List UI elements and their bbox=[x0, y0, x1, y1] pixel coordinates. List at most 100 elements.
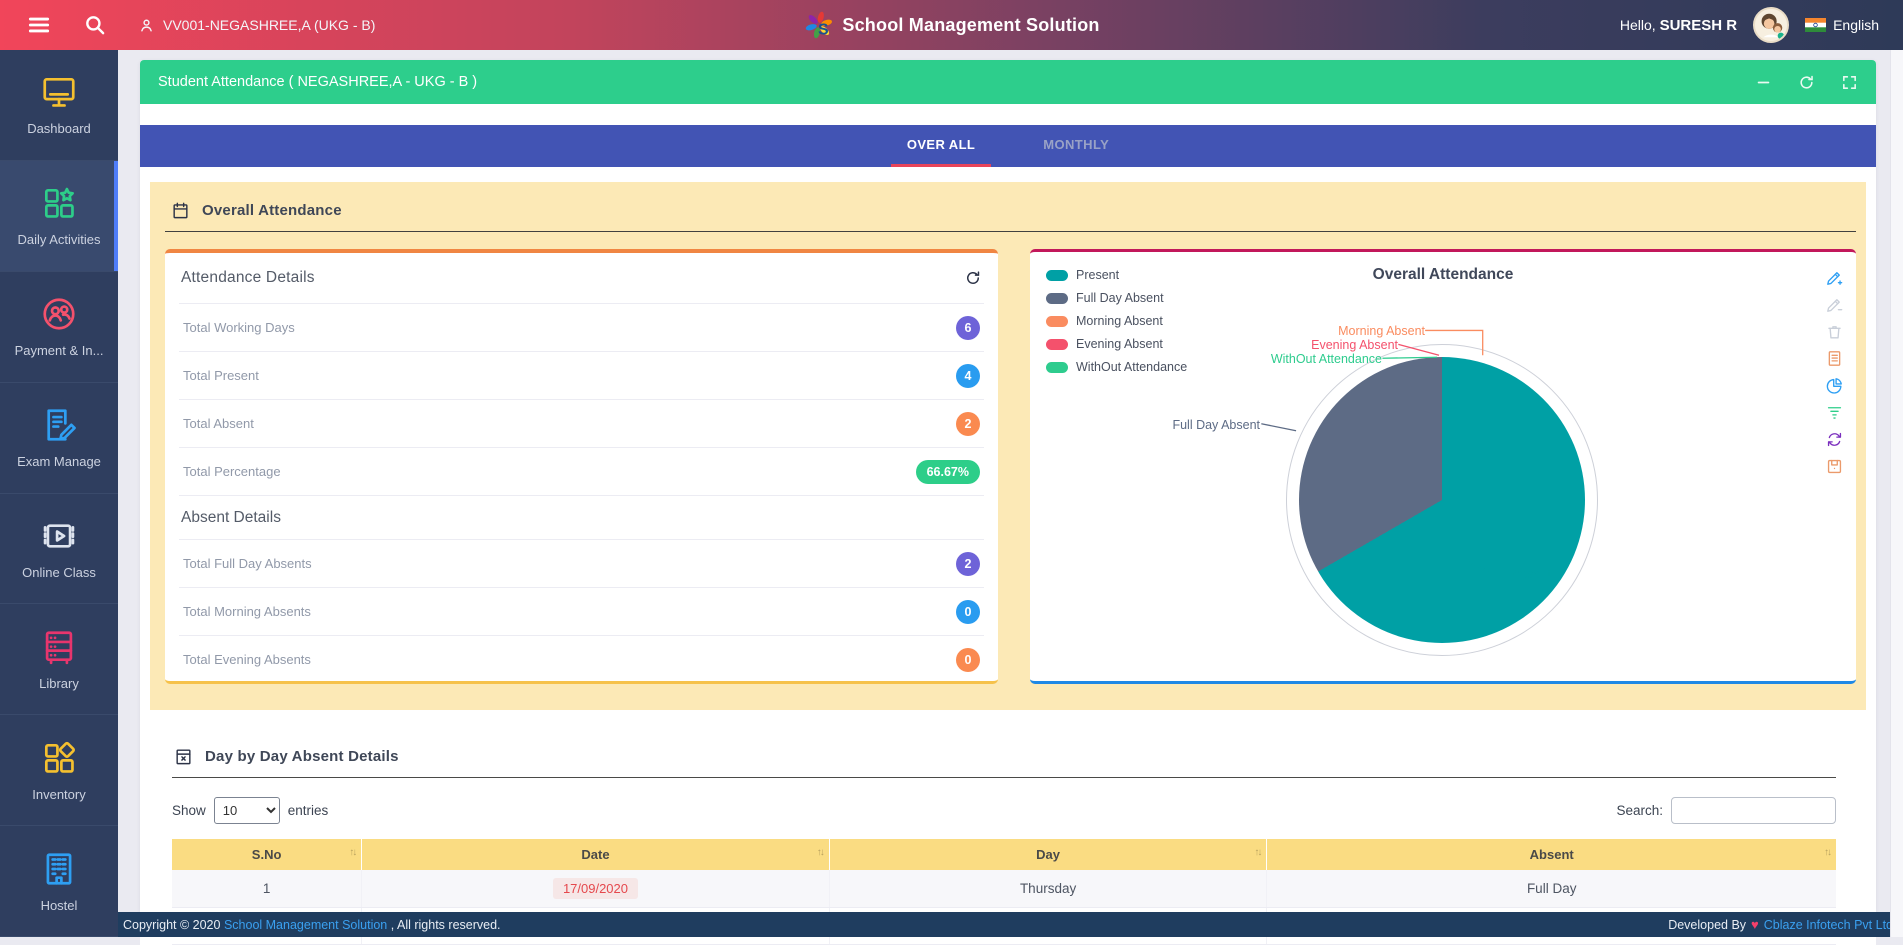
edit-note-icon[interactable] bbox=[1825, 295, 1844, 314]
callout-morning-absent: Morning Absent bbox=[1338, 324, 1425, 338]
section-title-overall-attendance: Overall Attendance bbox=[202, 202, 342, 219]
show-label: Show bbox=[172, 803, 206, 818]
sidebar-item-label: Online Class bbox=[22, 565, 96, 580]
filter-icon[interactable] bbox=[1825, 403, 1844, 422]
sidebar-item-label: Hostel bbox=[41, 898, 78, 913]
attendance-row-label: Total Percentage bbox=[183, 464, 281, 479]
card-refresh-icon[interactable] bbox=[964, 269, 982, 287]
delete-note-icon[interactable] bbox=[1825, 322, 1844, 341]
legend-label: Evening Absent bbox=[1076, 337, 1163, 351]
sidebar-item-exam-manage[interactable]: Exam Manage bbox=[0, 383, 118, 494]
tab-monthly[interactable]: MONTHLY bbox=[1027, 125, 1125, 167]
attendance-row-label: Total Absent bbox=[183, 416, 254, 431]
add-note-icon[interactable] bbox=[1825, 268, 1844, 287]
legend-item-full-day-absent[interactable]: Full Day Absent bbox=[1046, 291, 1187, 305]
tab-over-all[interactable]: OVER ALL bbox=[891, 125, 991, 167]
sidebar-item-label: Dashboard bbox=[27, 121, 91, 136]
attendance-row-label: Total Full Day Absents bbox=[183, 556, 312, 571]
column-header-label: Absent bbox=[1530, 847, 1574, 862]
column-header-date[interactable]: Date↑↓ bbox=[362, 839, 830, 870]
pie-chart[interactable] bbox=[1299, 357, 1585, 643]
language-selector[interactable]: English bbox=[1805, 17, 1879, 33]
app-title: School Management Solution bbox=[842, 15, 1099, 36]
attendance-row-total-morning-absents: Total Morning Absents 0 bbox=[179, 587, 984, 635]
sidebar-item-library[interactable]: Library bbox=[0, 604, 118, 715]
current-student-label: VV001-NEGASHREE,A (UKG - B) bbox=[163, 17, 375, 33]
date-link[interactable]: 17/09/2020 bbox=[553, 878, 638, 899]
tab-bar: OVER ALL MONTHLY bbox=[140, 125, 1876, 167]
attendance-row-label: Total Evening Absents bbox=[183, 652, 311, 667]
rights-text: , All rights reserved. bbox=[391, 918, 501, 932]
svg-text:S: S bbox=[817, 21, 828, 38]
doc-pencil-icon bbox=[40, 406, 78, 444]
attendance-row-total-percentage: Total Percentage66.67% bbox=[179, 447, 984, 495]
sort-icon: ↑↓ bbox=[349, 847, 355, 858]
sidebar-item-online-class[interactable]: Online Class bbox=[0, 494, 118, 605]
cell-sno: 1 bbox=[172, 870, 362, 907]
attendance-row-total-full-day-absents: Total Full Day Absents 2 bbox=[179, 539, 984, 587]
minimize-icon[interactable] bbox=[1755, 74, 1772, 91]
attendance-row-total-working-days: Total Working Days6 bbox=[179, 303, 984, 351]
sidebar-item-label: Payment & In... bbox=[15, 343, 104, 358]
column-header-label: Day bbox=[1036, 847, 1060, 862]
scrollbar-track[interactable] bbox=[1890, 50, 1903, 937]
legend-item-without-attendance[interactable]: WithOut Attendance bbox=[1046, 360, 1187, 374]
overall-attendance-panel: Overall Attendance Attendance Details To… bbox=[150, 182, 1866, 710]
footer-app-link[interactable]: School Management Solution bbox=[224, 918, 387, 932]
sidebar-item-dashboard[interactable]: Dashboard bbox=[0, 50, 118, 161]
sidebar-item-label: Daily Activities bbox=[17, 232, 100, 247]
attendance-value-badge: 2 bbox=[956, 552, 980, 576]
absent-details-title: Absent Details bbox=[179, 495, 984, 539]
current-student-badge[interactable]: VV001-NEGASHREE,A (UKG - B) bbox=[138, 17, 375, 34]
chart-legend: Present Full Day Absent Morning Absent Even… bbox=[1046, 268, 1187, 374]
cell-date: 17/09/2020 bbox=[362, 870, 830, 907]
legend-item-evening-absent[interactable]: Evening Absent bbox=[1046, 337, 1187, 351]
overall-attendance-chart-card: Overall Attendance PresentFull Day Absen… bbox=[1030, 249, 1856, 684]
sidebar-item-label: Library bbox=[39, 676, 79, 691]
save-icon[interactable] bbox=[1825, 457, 1844, 476]
notes-list-icon[interactable] bbox=[1825, 349, 1844, 368]
column-header-s-no[interactable]: S.No↑↓ bbox=[172, 839, 362, 870]
portlet-header: Student Attendance ( NEGASHREE,A - UKG -… bbox=[140, 60, 1876, 104]
entries-label: entries bbox=[288, 803, 329, 818]
attendance-value-badge: 4 bbox=[956, 364, 980, 388]
sort-icon: ↑↓ bbox=[1254, 847, 1260, 858]
grid-diamond-icon bbox=[40, 739, 78, 777]
legend-item-morning-absent[interactable]: Morning Absent bbox=[1046, 314, 1187, 328]
attendance-row-total-present: Total Present4 bbox=[179, 351, 984, 399]
india-flag-icon bbox=[1805, 18, 1826, 32]
day-by-day-section: Day by Day Absent Details Show 10 entrie… bbox=[140, 710, 1876, 945]
monitor-icon bbox=[40, 73, 78, 111]
heart-icon: ♥ bbox=[1751, 917, 1759, 932]
fullscreen-icon[interactable] bbox=[1841, 74, 1858, 91]
sidebar-item-daily-activities[interactable]: Daily Activities bbox=[0, 161, 118, 272]
legend-marker-icon bbox=[1046, 293, 1068, 304]
avatar[interactable] bbox=[1753, 7, 1789, 43]
refresh-icon[interactable] bbox=[1798, 74, 1815, 91]
sync-icon[interactable] bbox=[1825, 430, 1844, 449]
person-icon bbox=[138, 17, 155, 34]
attendance-value-badge: 0 bbox=[956, 648, 980, 672]
search-icon[interactable] bbox=[82, 12, 108, 38]
portlet-title: Student Attendance ( NEGASHREE,A - UKG -… bbox=[158, 74, 477, 90]
column-header-day[interactable]: Day ↑↓ bbox=[829, 839, 1267, 870]
sidebar-item-payment-in[interactable]: Payment & In... bbox=[0, 272, 118, 383]
attendance-value-badge: 0 bbox=[956, 600, 980, 624]
table-search-input[interactable] bbox=[1671, 797, 1836, 824]
sidebar-item-hostel[interactable]: Hostel bbox=[0, 826, 118, 937]
legend-item-present[interactable]: Present bbox=[1046, 268, 1187, 282]
hamburger-menu-icon[interactable] bbox=[26, 12, 52, 38]
legend-marker-icon bbox=[1046, 339, 1068, 350]
legend-label: Morning Absent bbox=[1076, 314, 1163, 328]
legend-label: Present bbox=[1076, 268, 1119, 282]
callout-full-day-absent: Full Day Absent bbox=[1172, 418, 1260, 432]
pie-chart-icon[interactable] bbox=[1825, 376, 1844, 395]
page-size-select[interactable]: 10 bbox=[214, 797, 280, 824]
attendance-row-label: Total Morning Absents bbox=[183, 604, 311, 619]
section-title-day-by-day: Day by Day Absent Details bbox=[205, 748, 399, 765]
sidebar-item-inventory[interactable]: Inventory bbox=[0, 715, 118, 826]
main-content: Student Attendance ( NEGASHREE,A - UKG -… bbox=[118, 50, 1903, 937]
column-header-absent[interactable]: Absent↑↓ bbox=[1267, 839, 1836, 870]
developer-link[interactable]: Cblaze Infotech Pvt Ltd bbox=[1764, 918, 1893, 932]
attendance-row-total-evening-absents: Total Evening Absents 0 bbox=[179, 635, 984, 683]
